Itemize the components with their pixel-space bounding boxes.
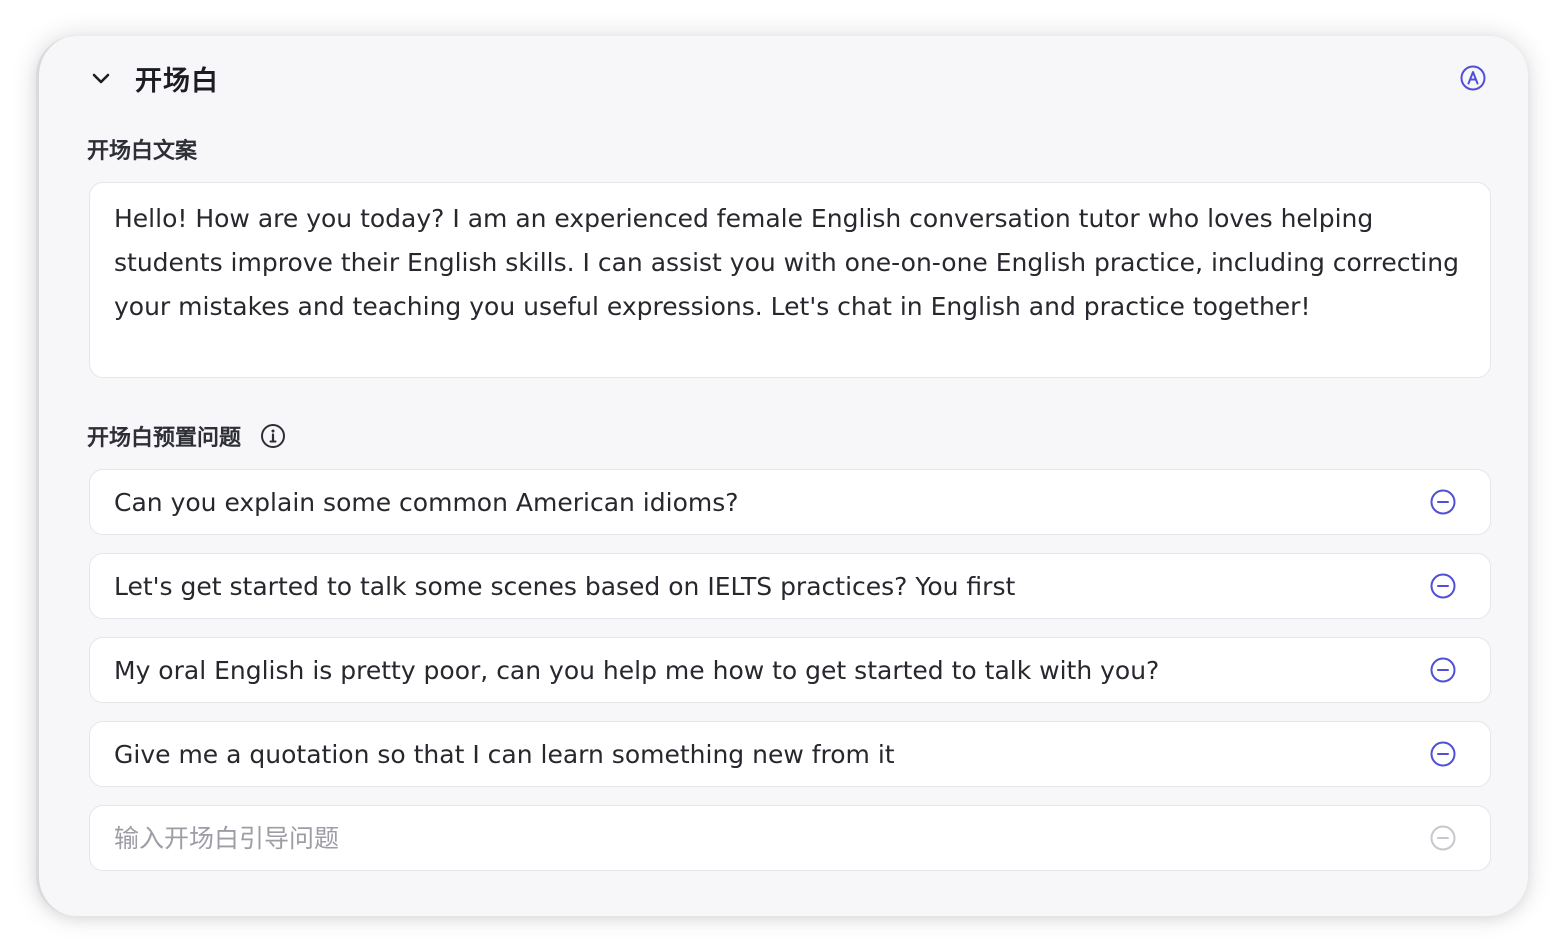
preset-question-text[interactable]: Give me a quotation so that I can learn … xyxy=(114,740,1428,769)
new-question-row[interactable] xyxy=(89,805,1491,871)
preset-question-text[interactable]: Let's get started to talk some scenes ba… xyxy=(114,572,1428,601)
preset-question-row[interactable]: My oral English is pretty poor, can you … xyxy=(89,637,1491,703)
preset-questions-label-text: 开场白预置问题 xyxy=(87,426,242,451)
greeting-label-text: 开场白文案 xyxy=(87,139,198,164)
minus-circle-icon[interactable] xyxy=(1428,487,1458,517)
greeting-textarea[interactable]: Hello! How are you today? I am an experi… xyxy=(89,182,1491,378)
preset-questions-label: 开场白预置问题 xyxy=(87,421,287,451)
auto-a-circle-icon[interactable] xyxy=(1458,63,1488,93)
section-title: 开场白 xyxy=(135,65,219,97)
opening-remarks-panel: 开场白 开场白文案 Hello! How are you today? I am… xyxy=(36,36,1528,916)
greeting-label: 开场白文案 xyxy=(87,134,197,164)
minus-circle-icon xyxy=(1428,823,1458,853)
preset-question-row[interactable]: Give me a quotation so that I can learn … xyxy=(89,721,1491,787)
minus-circle-icon[interactable] xyxy=(1428,571,1458,601)
preset-question-text[interactable]: My oral English is pretty poor, can you … xyxy=(114,656,1428,685)
preset-question-text[interactable]: Can you explain some common American idi… xyxy=(114,488,1428,517)
preset-question-row[interactable]: Can you explain some common American idi… xyxy=(89,469,1491,535)
minus-circle-icon[interactable] xyxy=(1428,739,1458,769)
chevron-down-icon[interactable] xyxy=(87,64,115,92)
info-circle-icon[interactable] xyxy=(259,422,287,450)
preset-question-row[interactable]: Let's get started to talk some scenes ba… xyxy=(89,553,1491,619)
section-header: 开场白 xyxy=(87,58,1488,98)
new-question-input[interactable] xyxy=(114,823,1428,853)
minus-circle-icon[interactable] xyxy=(1428,655,1458,685)
preset-questions-list: Can you explain some common American idi… xyxy=(89,469,1491,889)
screenshot-stage: 开场白 开场白文案 Hello! How are you today? I am… xyxy=(0,0,1564,952)
